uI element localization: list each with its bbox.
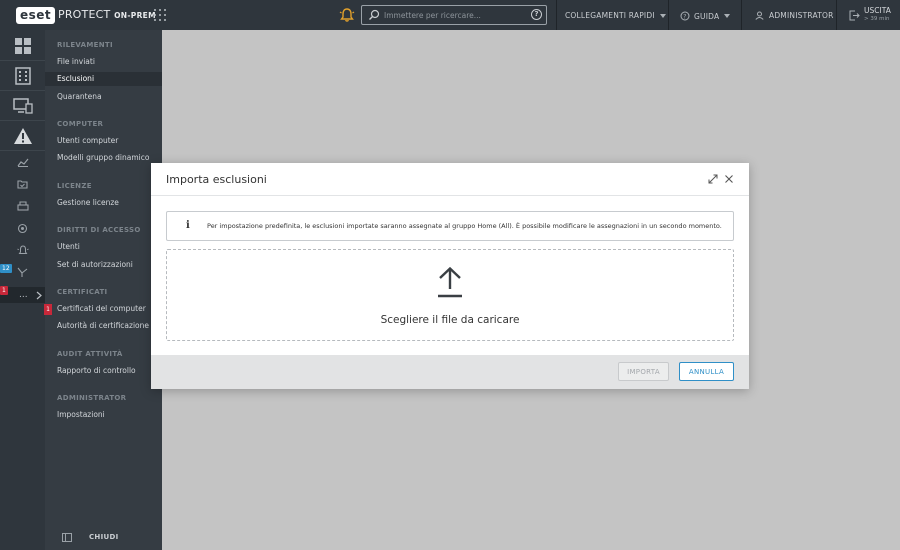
app-grid-icon[interactable]	[154, 9, 166, 21]
notifications-icon	[16, 244, 29, 254]
close-icon[interactable]	[724, 174, 734, 184]
help-label: GUIDA	[694, 11, 720, 21]
submenu-item-license-management[interactable]: Gestione licenze	[45, 196, 162, 210]
product-name: PROTECT ON-PREM	[58, 8, 156, 21]
section-title-computers: COMPUTER	[57, 120, 104, 128]
help-menu[interactable]: ? GUIDA	[680, 11, 731, 21]
rail-item-computers[interactable]	[0, 65, 45, 87]
installers-icon	[16, 201, 29, 211]
help-circle-icon: ?	[680, 11, 690, 21]
status-icon	[17, 267, 28, 277]
rail-item-tasks[interactable]	[0, 177, 45, 191]
info-message: i Per impostazione predefinita, le esclu…	[166, 211, 734, 241]
drop-zone-label: Scegliere il file da caricare	[380, 314, 520, 326]
tasks-icon	[17, 180, 28, 189]
section-title-detections: RILEVAMENTI	[57, 41, 113, 49]
submenu-item-quarantine[interactable]: Quarantena	[45, 90, 162, 104]
close-label: CHIUDI	[89, 533, 119, 541]
product-name-main: PROTECT	[58, 8, 111, 21]
dialog-header: Importa esclusioni	[151, 163, 749, 196]
rail-item-detections[interactable]	[0, 125, 45, 147]
section-title-licenses: LICENZE	[57, 182, 92, 190]
logout-timer: > 39 min	[864, 16, 890, 22]
top-divider	[556, 0, 557, 30]
close-submenu-button[interactable]: CHIUDI	[45, 530, 162, 546]
rail-item-dashboard[interactable]	[0, 36, 45, 56]
logout-label: USCITA	[864, 6, 891, 15]
logout-icon	[849, 10, 860, 21]
devices-icon	[12, 98, 33, 114]
section-title-audit: AUDIT ATTIVITÀ	[57, 350, 123, 358]
top-divider	[836, 0, 837, 30]
status-badge: 12	[0, 264, 12, 273]
search-icon	[369, 9, 380, 20]
section-title-access-rights: DIRITTI DI ACCESSO	[57, 226, 141, 234]
user-label: ADMINISTRATOR	[769, 11, 834, 20]
file-drop-zone[interactable]: Scegliere il file da caricare	[166, 249, 734, 341]
svg-text:?: ?	[683, 14, 686, 21]
warning-triangle-icon	[13, 128, 32, 144]
quick-links-menu[interactable]: COLLEGAMENTI RAPIDI	[565, 11, 666, 20]
info-text: Per impostazione predefinita, le esclusi…	[207, 222, 722, 230]
user-icon	[755, 11, 764, 20]
search-box[interactable]: ?	[361, 5, 547, 25]
import-button[interactable]: IMPORTA	[618, 362, 669, 381]
submenu-item-certification-authorities[interactable]: Autorità di certificazione	[45, 319, 162, 333]
more-icon: ...	[19, 290, 28, 300]
search-input[interactable]	[384, 8, 524, 22]
policies-icon	[17, 223, 28, 233]
chevron-down-icon	[724, 14, 731, 18]
eset-logo: eset	[16, 6, 56, 24]
submenu-item-settings[interactable]: Impostazioni	[45, 408, 162, 422]
cancel-button[interactable]: ANNULLA	[679, 362, 734, 381]
submenu-item-computer-certificates[interactable]: 1 Certificati del computer	[44, 302, 162, 316]
import-exclusions-dialog: Importa esclusioni i Per impostazione pr…	[151, 163, 749, 389]
notification-bell-icon[interactable]	[339, 7, 355, 23]
info-icon: i	[186, 220, 190, 231]
dialog-title: Importa esclusioni	[166, 173, 267, 186]
rail-divider	[0, 150, 45, 151]
logo-text: eset	[16, 6, 56, 24]
submenu-item-permission-sets[interactable]: Set di autorizzazioni	[45, 258, 162, 272]
rail-divider	[0, 90, 45, 91]
rail-item-reports[interactable]	[0, 155, 45, 169]
rail-divider	[0, 60, 45, 61]
section-title-certificates: CERTIFICATI	[57, 288, 108, 296]
submenu-item-submitted-files[interactable]: File inviati	[45, 55, 162, 69]
rail-item-installers[interactable]	[0, 199, 45, 213]
chevron-down-icon	[659, 13, 666, 18]
submenu-item-computer-users[interactable]: Utenti computer	[45, 134, 162, 148]
certificates-badge: 1	[44, 304, 52, 315]
user-menu[interactable]: ADMINISTRATOR	[755, 11, 834, 20]
upload-icon	[438, 266, 462, 298]
top-bar: eset PROTECT ON-PREM ? COLLEGAMENTI RAPI…	[0, 0, 900, 30]
rail-item-devices[interactable]	[0, 95, 45, 117]
submenu-item-label: Certificati del computer	[57, 304, 146, 313]
submenu-item-audit-log[interactable]: Rapporto di controllo	[45, 364, 162, 378]
submenu-item-dynamic-group-templates[interactable]: Modelli gruppo dinamico	[45, 151, 162, 165]
submenu-panel: RILEVAMENTI File inviati Esclusioni Quar…	[44, 30, 162, 550]
computers-icon	[14, 67, 31, 85]
rail-item-policies[interactable]	[0, 221, 45, 235]
rail-divider	[0, 120, 45, 121]
more-badge: 1	[0, 286, 8, 295]
dialog-footer: IMPORTA ANNULLA	[151, 355, 749, 389]
top-divider	[741, 0, 742, 30]
collapse-icon	[62, 533, 72, 542]
logout-button[interactable]: USCITA > 39 min	[848, 5, 900, 27]
expand-icon[interactable]	[708, 174, 718, 184]
product-name-suffix: ON-PREM	[114, 11, 156, 20]
quick-links-label: COLLEGAMENTI RAPIDI	[565, 11, 655, 20]
chevron-right-icon	[36, 291, 42, 300]
icon-rail: 12 ... 1	[0, 30, 45, 550]
rail-item-notifications[interactable]	[0, 243, 45, 257]
submenu-item-users[interactable]: Utenti	[45, 240, 162, 254]
reports-icon	[17, 158, 28, 167]
submenu-item-exclusions[interactable]: Esclusioni	[45, 72, 162, 86]
section-title-administrator: ADMINISTRATOR	[57, 394, 127, 402]
search-help-icon[interactable]: ?	[531, 9, 542, 20]
top-divider	[668, 0, 669, 30]
dashboard-icon	[14, 38, 31, 54]
